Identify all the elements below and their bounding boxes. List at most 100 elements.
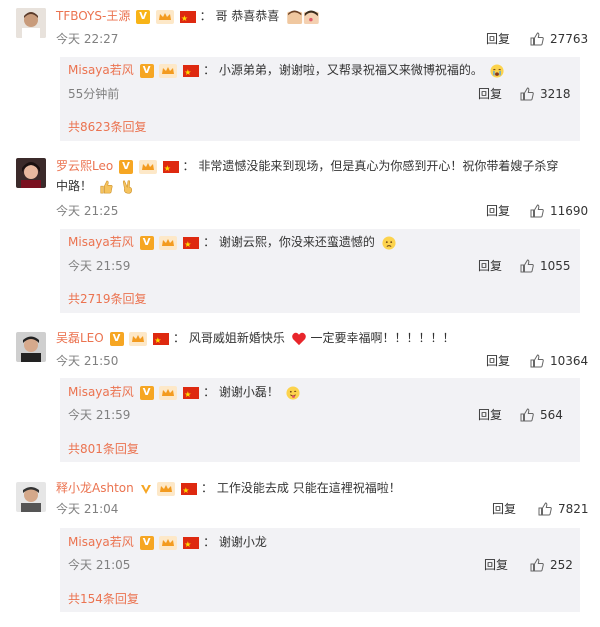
avatar[interactable] [16, 158, 46, 188]
reply-button[interactable]: 回复 [492, 500, 516, 518]
reply-time: 55分钟前 [68, 87, 120, 101]
verified-badge-icon: V [136, 9, 151, 24]
reply-time: 今天 21:05 [68, 558, 131, 572]
verified-badge-icon: V [139, 385, 154, 400]
more-replies-link[interactable]: 共2719条回复 [68, 290, 147, 308]
comment-time: 今天 21:25 [56, 204, 119, 218]
reply-button[interactable]: 回复 [486, 202, 510, 220]
username[interactable]: 吴磊LEO [56, 331, 104, 345]
more-replies-link[interactable]: 共154条回复 [68, 590, 139, 608]
reply-text: 谢谢小磊！ [218, 385, 279, 399]
verified-badge-icon: V [139, 535, 154, 550]
thumbs-up-icon [530, 204, 544, 218]
like-button[interactable]: 27763 [530, 30, 588, 48]
reply-time: 今天 21:59 [68, 259, 131, 273]
avatar[interactable] [16, 8, 46, 38]
reply-username[interactable]: Misaya若风 [68, 63, 134, 77]
reply-text-line: Misaya若风 V ： 谢谢云熙，你没来还蛮遗憾的 [68, 232, 397, 255]
reply-text: 谢谢小龙 [218, 535, 267, 549]
thumbs-up-emoji-icon [100, 180, 113, 193]
china-flag-icon [183, 235, 200, 255]
crying-emoji-icon [490, 63, 504, 78]
like-button[interactable]: 11690 [530, 202, 588, 220]
like-button[interactable]: 252 [530, 556, 573, 574]
like-count: 1055 [540, 259, 571, 273]
reply-text-line: Misaya若风 V ： 谢谢小龙 [68, 532, 267, 555]
crown-badge-icon [159, 63, 178, 78]
reply-username[interactable]: Misaya若风 [68, 235, 134, 249]
china-flag-icon [183, 385, 200, 405]
crown-badge-icon [138, 159, 157, 174]
crown-badge-icon [159, 535, 178, 550]
thumbs-up-icon [530, 354, 544, 368]
crown-badge-icon [159, 235, 178, 250]
china-flag-icon [181, 481, 198, 501]
reply-username[interactable]: Misaya若风 [68, 535, 134, 549]
avatar[interactable] [16, 482, 46, 512]
username[interactable]: TFBOYS-王源 [56, 9, 130, 23]
like-count: 10364 [550, 354, 589, 368]
thumbs-up-icon [520, 87, 534, 101]
sad-emoji-icon [382, 235, 396, 250]
like-count: 3218 [540, 87, 571, 101]
crown-badge-icon [155, 9, 174, 24]
more-replies-link[interactable]: 共8623条回复 [68, 118, 147, 136]
verified-v-icon [140, 484, 151, 494]
reply-button[interactable]: 回复 [486, 30, 510, 48]
like-button[interactable]: 1055 [520, 257, 571, 275]
avatar[interactable] [16, 332, 46, 362]
comment-text: 哥 恭喜恭喜 [215, 9, 280, 23]
like-count: 7821 [558, 502, 589, 516]
comment-text: 风哥威姐新婚快乐 [188, 331, 285, 345]
username[interactable]: 释小龙Ashton [56, 481, 134, 495]
like-count: 564 [540, 408, 563, 422]
comment-text-line: 罗云熙Leo V ： 非常遗憾没能来到现场，但是真心为你感到开心！祝你带着嫂子杀… [56, 156, 566, 196]
comment-text-line: TFBOYS-王源 V ： 哥 恭喜恭喜 [56, 6, 321, 29]
like-count: 11690 [550, 204, 589, 218]
reply-container: Misaya若风 V ： 谢谢小龙 今天 21:05 回复 252 共154条回… [60, 528, 580, 612]
reply-button[interactable]: 回复 [478, 85, 502, 103]
comment-text-line: 释小龙Ashton ： 工作没能去成 只能在這裡祝福啦！ [56, 478, 401, 501]
thumbs-up-icon [530, 32, 544, 46]
thumbs-up-icon [520, 259, 534, 273]
like-button[interactable]: 7821 [538, 500, 589, 518]
heart-icon [291, 332, 306, 345]
like-button[interactable]: 564 [520, 406, 563, 424]
reply-button[interactable]: 回复 [486, 352, 510, 370]
reply-button[interactable]: 回复 [478, 406, 502, 424]
china-flag-icon [162, 159, 179, 179]
reply-text: 小源弟弟，谢谢啦，又帮录祝福又来微博祝福的。 [218, 63, 483, 77]
reply-username[interactable]: Misaya若风 [68, 385, 134, 399]
verified-badge-icon: V [119, 159, 134, 174]
comment-time: 今天 21:50 [56, 354, 119, 368]
like-button[interactable]: 3218 [520, 85, 571, 103]
reply-text-line: Misaya若风 V ： 小源弟弟，谢谢啦，又帮录祝福又来微博祝福的。 [68, 60, 505, 83]
like-button[interactable]: 10364 [530, 352, 588, 370]
thumbs-up-icon [530, 558, 544, 572]
reply-button[interactable]: 回复 [478, 257, 502, 275]
crown-badge-icon [129, 331, 148, 346]
crown-badge-icon [159, 385, 178, 400]
verified-badge-icon: V [109, 331, 124, 346]
couple-emoji-icon [287, 9, 319, 24]
reply-text: 谢谢云熙，你没来还蛮遗憾的 [218, 235, 375, 249]
username[interactable]: 罗云熙Leo [56, 159, 113, 173]
reply-button[interactable]: 回复 [484, 556, 508, 574]
reply-text-line: Misaya若风 V ： 谢谢小磊！ [68, 382, 301, 405]
thumbs-up-icon [520, 408, 534, 422]
verified-badge-icon: V [139, 63, 154, 78]
comment-time: 今天 22:27 [56, 32, 119, 46]
more-replies-link[interactable]: 共801条回复 [68, 440, 139, 458]
reply-container: Misaya若风 V ： 谢谢云熙，你没来还蛮遗憾的 今天 21:59 回复 1… [60, 229, 580, 313]
china-flag-icon [153, 331, 170, 351]
reply-container: Misaya若风 V ： 谢谢小磊！ 今天 21:59 回复 564 共801条… [60, 378, 580, 462]
like-count: 27763 [550, 32, 589, 46]
china-flag-icon [183, 535, 200, 555]
victory-hand-emoji-icon [122, 179, 132, 194]
china-flag-icon [179, 9, 196, 29]
comment-time: 今天 21:04 [56, 502, 119, 516]
comment-text-continued: 一定要幸福啊！！！！！！ [310, 331, 455, 345]
reply-container: Misaya若风 V ： 小源弟弟，谢谢啦，又帮录祝福又来微博祝福的。 55分钟… [60, 57, 580, 141]
reply-time: 今天 21:59 [68, 408, 131, 422]
like-count: 252 [550, 558, 573, 572]
